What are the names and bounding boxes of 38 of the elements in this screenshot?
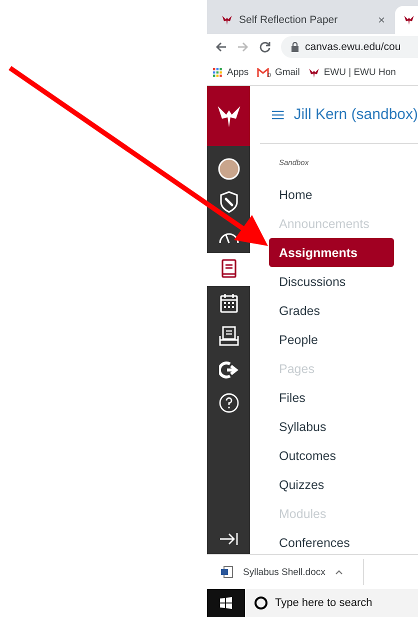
apps-grid-icon — [213, 68, 223, 78]
shield-icon[interactable] — [218, 191, 238, 214]
bookmark[interactable]: EWU | EWU Hon — [308, 66, 396, 78]
inbox-icon[interactable] — [218, 326, 238, 346]
nav-link[interactable]: Files — [269, 383, 394, 412]
nav-link[interactable]: Conferences — [269, 528, 394, 557]
arrow-out-icon[interactable] — [218, 360, 238, 379]
calendar-icon[interactable] — [220, 292, 238, 313]
lock-icon — [291, 42, 299, 52]
help-icon[interactable] — [218, 393, 238, 414]
back-icon[interactable] — [215, 41, 227, 53]
eagle-logo[interactable] — [207, 86, 250, 146]
reload-icon[interactable] — [259, 41, 271, 53]
close-icon[interactable]: × — [378, 13, 385, 27]
nav-link[interactable]: Assignments — [269, 238, 394, 267]
nav-link[interactable]: Discussions — [269, 267, 394, 296]
eagle-icon — [221, 14, 233, 26]
circle-icon — [254, 596, 268, 610]
collapse-icon[interactable] — [218, 532, 238, 546]
avatar-icon[interactable] — [218, 158, 240, 180]
document-icon — [221, 566, 233, 578]
nav-link[interactable]: Syllabus — [269, 412, 394, 441]
taskbar-search-field[interactable]: Type here to search — [245, 589, 418, 617]
windows-icon[interactable] — [220, 597, 232, 609]
course-title[interactable]: Jill Kern (sandbox) — [294, 106, 418, 123]
bookmark[interactable]: Apps — [213, 67, 249, 78]
nav-link[interactable]: People — [269, 325, 394, 354]
eagle-icon — [403, 14, 415, 26]
nav-link[interactable]: Grades — [269, 296, 394, 325]
caret-icon[interactable] — [335, 569, 344, 575]
nav-link[interactable]: Outcomes — [269, 441, 394, 470]
book-icon[interactable] — [220, 259, 236, 280]
mail-icon — [256, 68, 269, 78]
nav-link[interactable]: Home — [269, 180, 394, 209]
eagle-icon — [308, 66, 320, 78]
address-bar[interactable]: canvas.ewu.edu/cou — [281, 36, 418, 58]
download-item[interactable]: Syllabus Shell.docx — [221, 559, 364, 585]
nav-link[interactable]: Quizzes — [269, 470, 394, 499]
